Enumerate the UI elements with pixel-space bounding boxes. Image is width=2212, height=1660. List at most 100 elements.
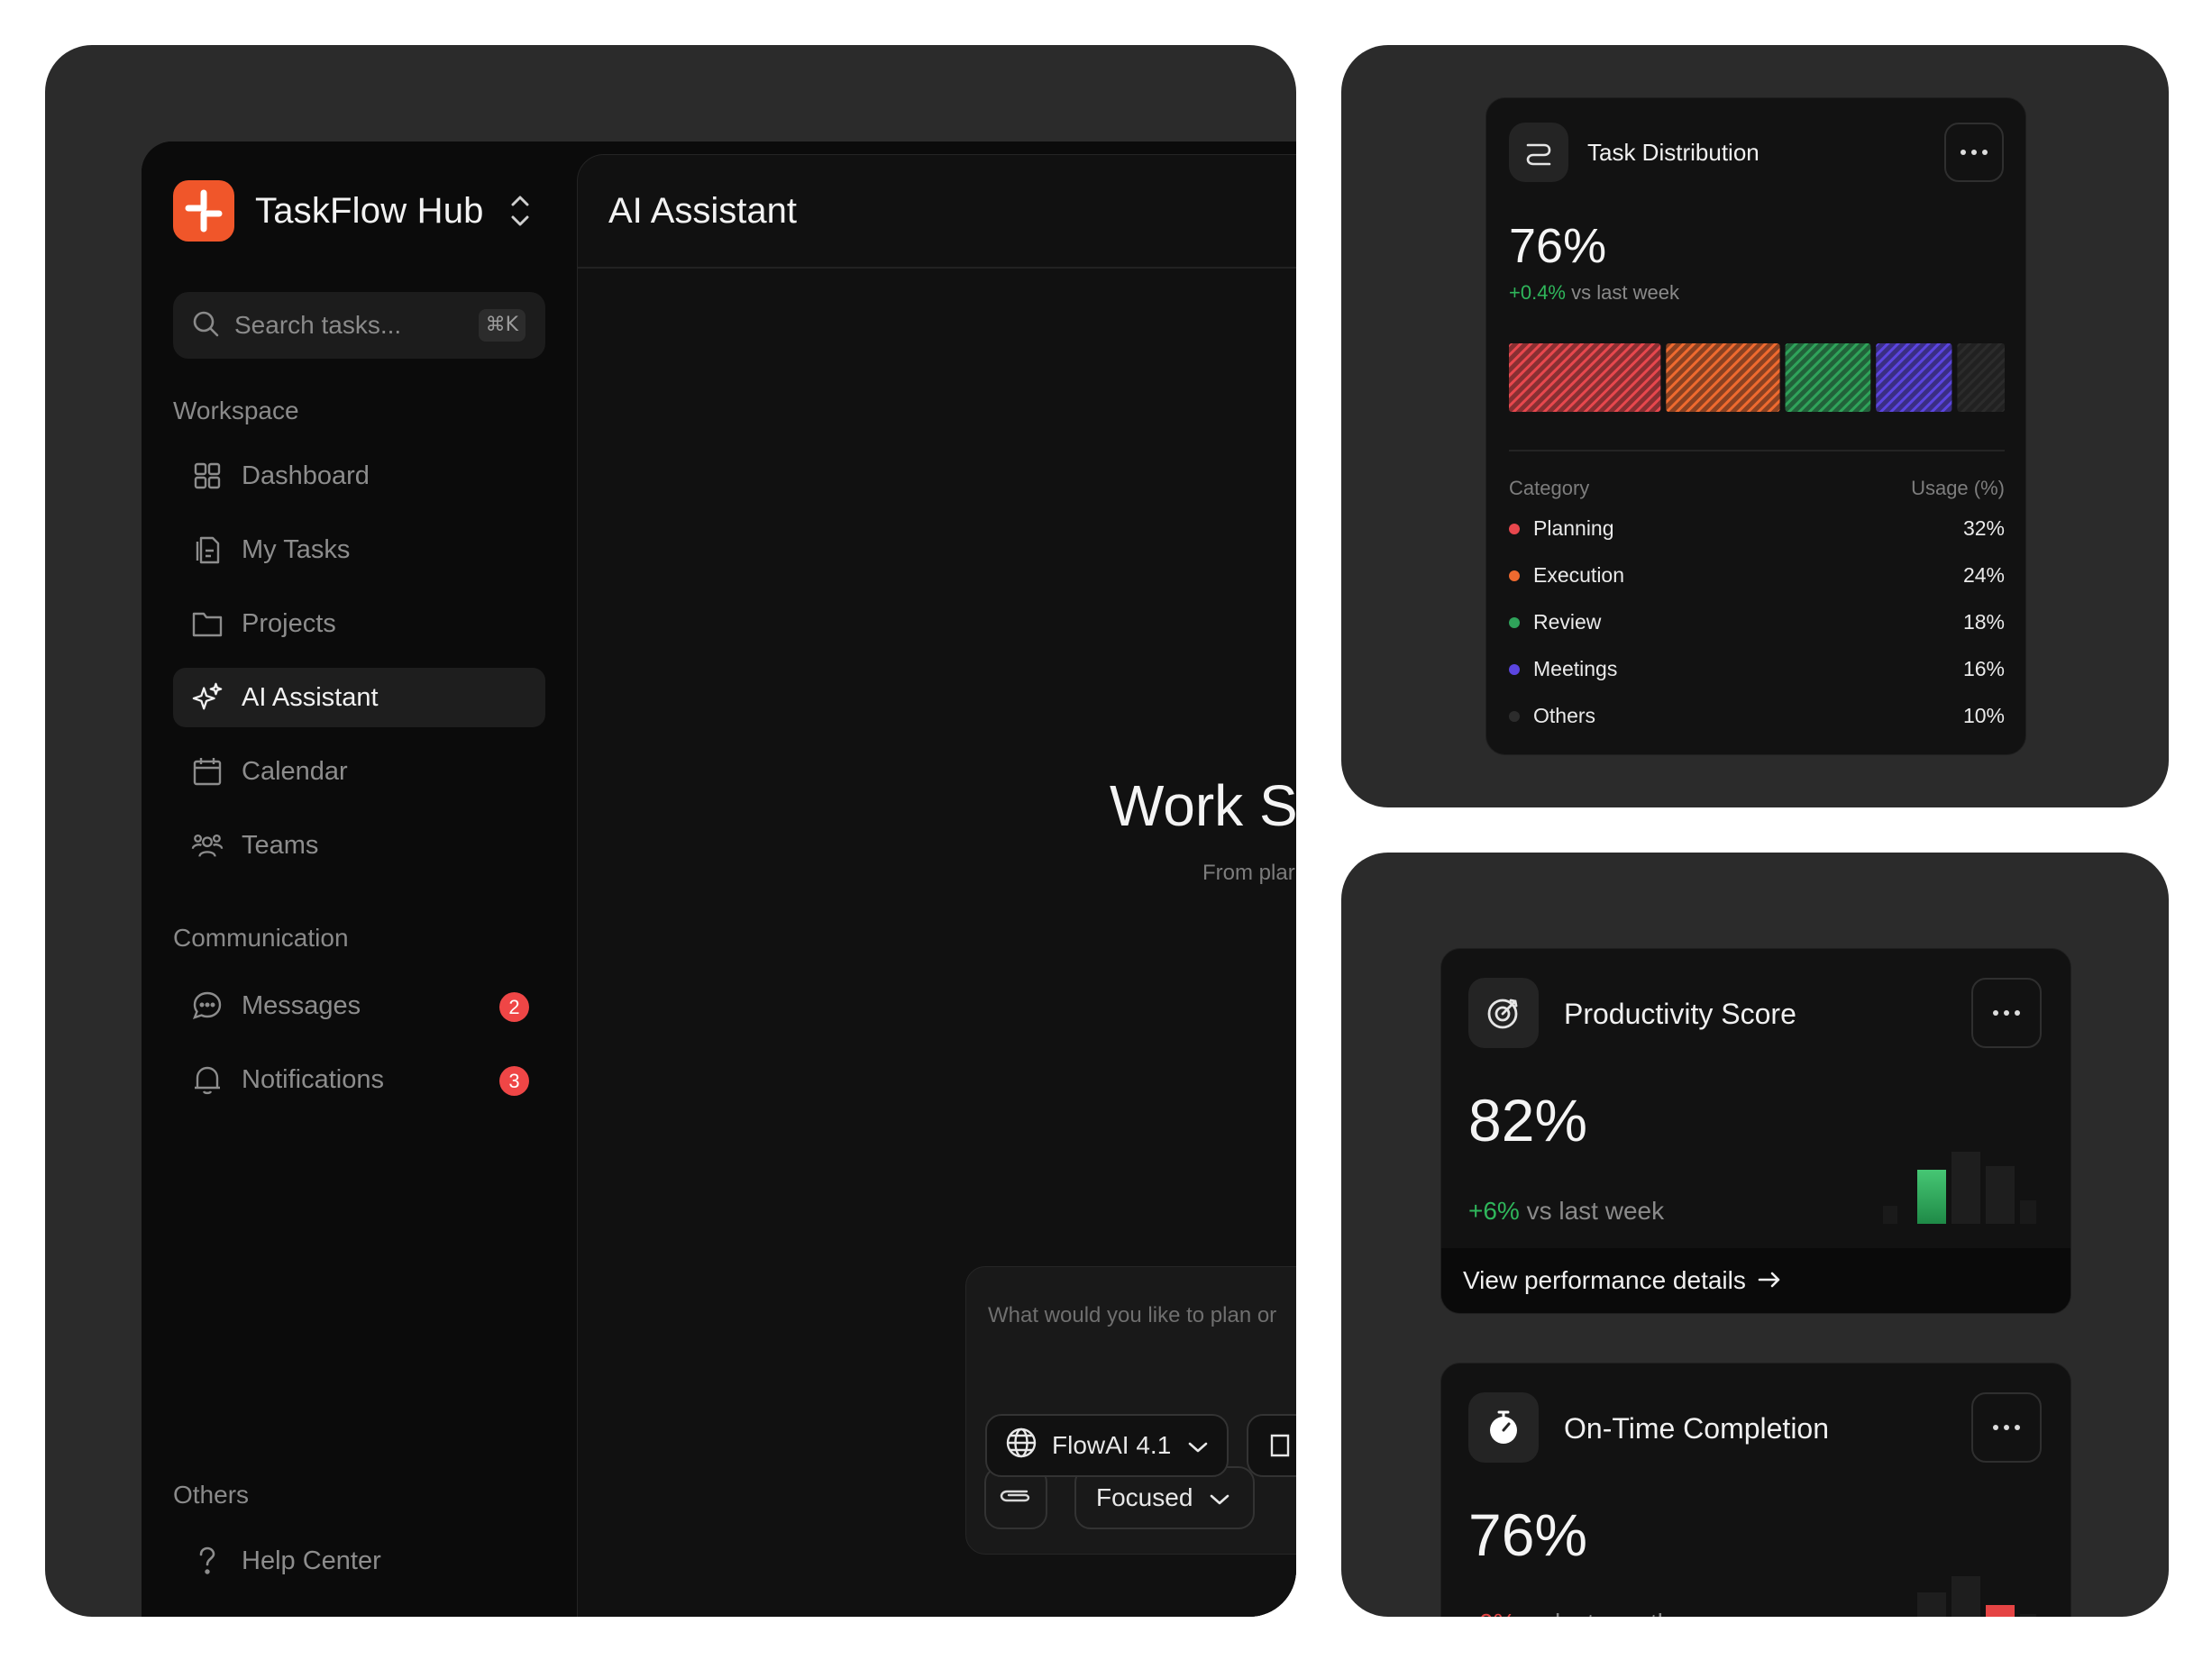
search-shortcut: ⌘K	[478, 309, 526, 342]
workspace-switcher-icon[interactable]	[507, 191, 534, 231]
distribution-bar	[1509, 343, 2005, 412]
delta-value: 0%	[1479, 1609, 1515, 1617]
target-icon	[1468, 978, 1539, 1048]
spark-bar	[1917, 1592, 1946, 1617]
table-header: Category Usage (%)	[1509, 477, 2005, 500]
globe-icon	[1005, 1427, 1037, 1465]
list-item: Review 18%	[1509, 610, 2005, 634]
dot-icon	[2015, 1010, 2020, 1016]
distribution-segment	[1666, 343, 1780, 412]
section-communication: Communication	[173, 924, 349, 952]
dot-icon	[2004, 1425, 2009, 1430]
sidebar-item-projects[interactable]: Projects	[173, 594, 545, 653]
productivity-delta: +6% vs last week	[1468, 1197, 1664, 1226]
task-distribution-card: Task Distribution 76% +0.4% vs last week…	[1485, 97, 2026, 755]
spark-bar	[2020, 1614, 2036, 1617]
list-item: Planning 32%	[1509, 516, 2005, 541]
search-icon	[191, 309, 220, 342]
bell-icon	[191, 1063, 224, 1096]
main-header: AI Assistant	[578, 155, 1296, 269]
productivity-sparkbars	[1883, 1152, 2036, 1224]
sidebar-item-label: Projects	[242, 608, 336, 638]
sidebar-item-label: Help Center	[242, 1546, 381, 1575]
chat-bubble-icon	[191, 990, 224, 1022]
arrow-right-icon	[1757, 1266, 1782, 1295]
compose-icon	[1268, 1432, 1295, 1464]
category-value: 32%	[1962, 516, 2005, 540]
dot-icon	[1993, 1425, 1998, 1430]
route-icon	[1509, 123, 1568, 182]
card-title: Productivity Score	[1564, 998, 1796, 1030]
legend-dot	[1509, 570, 1520, 581]
metrics-panel: Productivity Score 82% +6% vs last week …	[1341, 853, 2169, 1617]
search-input[interactable]: Search tasks... ⌘K	[173, 292, 545, 359]
notifications-count-badge: 3	[499, 1066, 529, 1096]
sidebar-item-messages[interactable]: Messages 2	[173, 976, 545, 1035]
spark-bar	[2020, 1200, 2036, 1224]
more-options-button[interactable]	[1944, 123, 2004, 182]
new-chat-button[interactable]	[1247, 1414, 1296, 1477]
hero-title: Work S	[1110, 773, 1296, 838]
team-icon	[191, 829, 224, 862]
category-name: Execution	[1533, 563, 1625, 587]
page-title: AI Assistant	[608, 191, 797, 231]
more-options-button[interactable]	[1971, 978, 2042, 1048]
distribution-segment	[1957, 343, 2005, 412]
sidebar-item-label: AI Assistant	[242, 682, 379, 712]
list-item: Others 10%	[1509, 704, 2005, 728]
sidebar-item-dashboard[interactable]: Dashboard	[173, 446, 545, 506]
distribution-value: 76%	[1509, 219, 1607, 273]
grid-icon	[191, 460, 224, 492]
view-performance-link[interactable]: View performance details	[1441, 1248, 2070, 1313]
list-item: Meetings 16%	[1509, 657, 2005, 681]
calendar-icon	[191, 755, 224, 788]
spark-bar	[1986, 1166, 2015, 1224]
sidebar-item-label: Notifications	[242, 1064, 384, 1094]
card-title: Task Distribution	[1587, 139, 1760, 166]
section-others: Others	[173, 1481, 250, 1509]
section-workspace: Workspace	[173, 397, 299, 424]
brand[interactable]: TaskFlow Hub	[173, 180, 484, 242]
category-name: Meetings	[1533, 657, 1618, 680]
prompt-composer[interactable]: What would you like to plan or Focused	[965, 1266, 1296, 1555]
category-value: 24%	[1962, 563, 2005, 587]
sidebar-item-label: Teams	[242, 830, 319, 860]
legend-dot	[1509, 663, 1520, 675]
legend-dot	[1509, 523, 1520, 534]
sidebar-item-help-center[interactable]: Help Center	[173, 1531, 545, 1591]
delta-suffix: vs last week	[1526, 1197, 1665, 1225]
chevron-down-icon	[1209, 1483, 1230, 1512]
category-value: 10%	[1962, 704, 2005, 727]
distribution-segment	[1785, 343, 1871, 412]
mode-value: Focused	[1096, 1483, 1193, 1511]
legend-dot	[1509, 710, 1520, 722]
spark-bar	[1951, 1576, 1980, 1617]
task-distribution-panel: Task Distribution 76% +0.4% vs last week…	[1341, 45, 2169, 807]
distribution-segment	[1509, 343, 1661, 412]
sidebar-item-label: Dashboard	[242, 461, 370, 490]
sidebar-item-calendar[interactable]: Calendar	[173, 742, 545, 801]
folder-icon	[191, 607, 224, 640]
sidebar-item-my-tasks[interactable]: My Tasks	[173, 520, 545, 579]
delta-suffix: vs last month	[1522, 1609, 1671, 1617]
model-select[interactable]: FlowAI 4.1	[985, 1414, 1229, 1477]
dot-icon	[1982, 150, 1988, 155]
legend-dot	[1509, 616, 1520, 628]
app-window: TaskFlow Hub Search tasks... ⌘K Workspac…	[142, 141, 1296, 1617]
sidebar-item-teams[interactable]: Teams	[173, 816, 545, 875]
spark-bar	[1951, 1152, 1980, 1224]
more-options-button[interactable]	[1971, 1392, 2042, 1463]
sidebar-item-notifications[interactable]: Notifications 3	[173, 1050, 545, 1109]
sidebar-item-ai-assistant[interactable]: AI Assistant	[173, 668, 545, 727]
on-time-value: 76%	[1468, 1501, 1588, 1568]
column-header-usage: Usage (%)	[1911, 477, 2005, 499]
sidebar-item-label: Calendar	[242, 756, 348, 786]
dot-icon	[1993, 1010, 1998, 1016]
distribution-delta: +0.4% vs last week	[1509, 281, 1679, 305]
dot-icon	[1971, 150, 1977, 155]
on-time-completion-card: On-Time Completion 76% 0% vs last month	[1440, 1363, 2071, 1617]
category-value: 16%	[1962, 657, 2005, 680]
spark-bar	[1883, 1206, 1897, 1224]
divider	[1509, 450, 2005, 451]
document-icon	[191, 534, 224, 566]
